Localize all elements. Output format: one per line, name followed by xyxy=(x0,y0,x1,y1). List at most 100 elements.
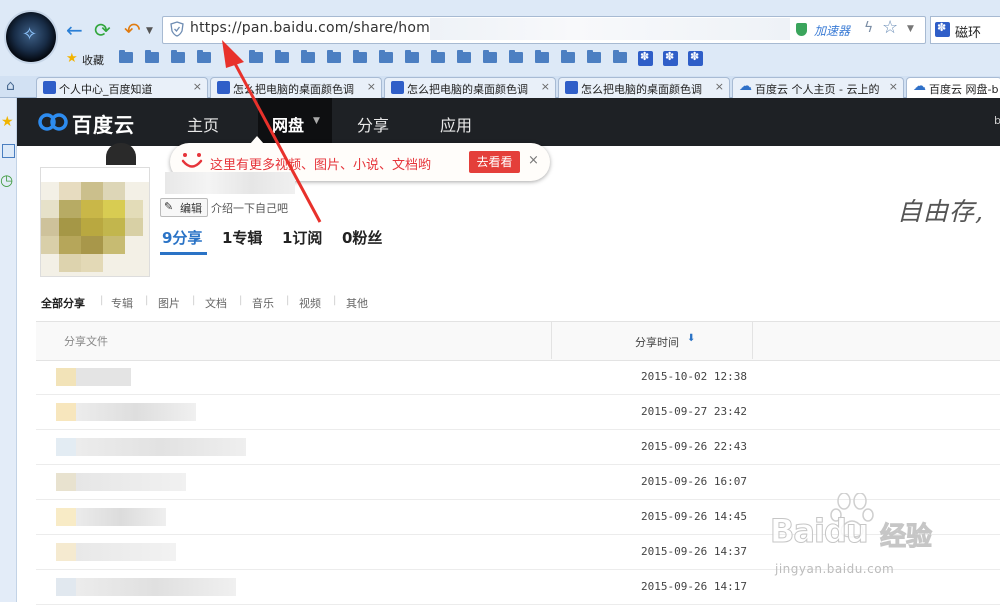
tab-label: 怎么把电脑的桌面颜色调 xyxy=(407,83,528,96)
stat-fans[interactable]: 0粉丝 xyxy=(342,227,382,248)
active-tab-underline xyxy=(160,252,207,255)
close-icon[interactable]: × xyxy=(528,153,539,168)
bookmark-folder-icon[interactable] xyxy=(431,50,445,63)
search-input-value[interactable]: 磁环 xyxy=(955,22,981,41)
tab-desktop-color[interactable]: 怎么把电脑的桌面颜色调 × xyxy=(210,77,382,98)
lightning-icon[interactable]: ϟ xyxy=(864,20,873,36)
filter-images[interactable]: 图片 xyxy=(158,295,180,311)
home-icon[interactable]: ⌂ xyxy=(6,78,15,94)
slogan-text: 自由存, xyxy=(897,197,984,226)
column-file[interactable]: 分享文件 xyxy=(64,333,108,349)
security-shield-icon xyxy=(170,21,184,37)
edit-label[interactable]: 编辑 xyxy=(180,200,202,216)
tab-desktop-color[interactable]: 怎么把电脑的桌面颜色调 × xyxy=(384,77,556,98)
share-time: 2015-10-02 12:38 xyxy=(641,370,747,383)
avatar[interactable] xyxy=(40,167,150,277)
filter-albums[interactable]: 专辑 xyxy=(111,295,133,311)
stat-subscriptions[interactable]: 1订阅 xyxy=(282,227,322,248)
document-icon[interactable] xyxy=(2,144,15,158)
bookmark-folder-icon[interactable] xyxy=(249,50,263,63)
table-header xyxy=(36,321,1000,361)
bookmark-star-icon[interactable]: ☆ xyxy=(882,17,898,38)
close-icon[interactable]: × xyxy=(541,80,550,93)
bookmark-folder-icon[interactable] xyxy=(457,50,471,63)
url-text[interactable]: https://pan.baidu.com/share/home?u xyxy=(190,20,455,36)
paw-icon xyxy=(43,81,56,94)
close-icon[interactable]: × xyxy=(715,80,724,93)
avatar-badge xyxy=(106,143,136,165)
undo-icon[interactable]: ↶ xyxy=(124,20,141,40)
tab-baidu-cloud-home[interactable]: ☁ 百度云 个人主页 - 云上的 × xyxy=(732,77,904,98)
table-row[interactable]: 2015-09-27 23:42 xyxy=(36,395,1000,430)
bookmark-folder-icon[interactable] xyxy=(613,50,627,63)
table-row[interactable]: 2015-10-02 12:38 xyxy=(36,360,1000,395)
file-icon-redacted xyxy=(56,438,76,456)
refresh-icon[interactable]: ⟳ xyxy=(94,20,111,40)
filter-other[interactable]: 其他 xyxy=(346,295,368,311)
file-name-redacted xyxy=(76,543,176,561)
bookmark-folder-icon[interactable] xyxy=(509,50,523,63)
favorites-star-icon[interactable]: ★ xyxy=(66,51,78,66)
bookmark-folder-icon[interactable] xyxy=(483,50,497,63)
close-icon[interactable]: × xyxy=(193,80,202,93)
go-see-button[interactable]: 去看看 xyxy=(469,151,520,173)
bookmark-folder-icon[interactable] xyxy=(197,50,211,63)
bookmark-folder-icon[interactable] xyxy=(535,50,549,63)
tab-baidu-zhidao[interactable]: 个人中心_百度知道 × xyxy=(36,77,208,98)
filter-music[interactable]: 音乐 xyxy=(252,295,274,311)
filter-separator: | xyxy=(192,295,196,306)
search-engine-paw-icon[interactable] xyxy=(935,21,950,37)
tab-label: 怎么把电脑的桌面颜色调 xyxy=(233,83,354,96)
bookmark-paw-icon[interactable] xyxy=(638,50,653,66)
chevron-down-icon[interactable]: ▼ xyxy=(313,116,320,126)
tab-baidu-cloud-pan[interactable]: ☁ 百度云 网盘-b xyxy=(906,77,1000,98)
favorites-star-icon[interactable]: ★ xyxy=(1,114,14,130)
share-time: 2015-09-26 14:37 xyxy=(641,545,747,558)
accelerator-shield-icon[interactable] xyxy=(796,23,807,36)
filter-video[interactable]: 视频 xyxy=(299,295,321,311)
cloud-icon: ☁ xyxy=(739,79,752,94)
bookmark-folder-icon[interactable] xyxy=(587,50,601,63)
stat-shares[interactable]: 9分享 xyxy=(162,227,202,248)
filter-documents[interactable]: 文档 xyxy=(205,295,227,311)
bookmark-folder-icon[interactable] xyxy=(275,50,289,63)
tab-label: 个人中心_百度知道 xyxy=(59,83,153,96)
sort-down-icon[interactable]: ⬇ xyxy=(687,333,695,344)
table-row[interactable]: 2015-09-26 22:43 xyxy=(36,430,1000,465)
site-logo-text[interactable]: 百度云 xyxy=(72,109,135,138)
bookmark-folder-icon[interactable] xyxy=(327,50,341,63)
nav-apps[interactable]: 应用 xyxy=(440,112,472,136)
back-arrow-icon[interactable]: ← xyxy=(66,20,83,40)
column-share-time[interactable]: 分享时间 xyxy=(635,334,679,350)
filter-all[interactable]: 全部分享 xyxy=(41,295,85,311)
bookmark-folder-icon[interactable] xyxy=(145,50,159,63)
bookmark-paw-icon[interactable] xyxy=(688,50,703,66)
accelerator-button[interactable]: 加速器 xyxy=(814,22,850,39)
file-name-redacted xyxy=(76,368,131,386)
bookmark-dropdown-icon[interactable]: ▼ xyxy=(907,24,914,34)
paw-icon xyxy=(565,81,578,94)
nav-user-truncated[interactable]: b xyxy=(994,114,1000,127)
share-time: 2015-09-26 14:17 xyxy=(641,580,747,593)
bookmark-folder-icon[interactable] xyxy=(301,50,315,63)
bookmark-folder-icon[interactable] xyxy=(561,50,575,63)
favorites-button[interactable]: 收藏 xyxy=(82,52,104,68)
undo-dropdown-icon[interactable]: ▼ xyxy=(146,26,153,36)
file-name-redacted xyxy=(76,508,166,526)
tab-desktop-color[interactable]: 怎么把电脑的桌面颜色调 × xyxy=(558,77,730,98)
stat-albums[interactable]: 1专辑 xyxy=(222,227,262,248)
bookmark-folder-icon[interactable] xyxy=(353,50,367,63)
tab-label: 百度云 个人主页 - 云上的 xyxy=(755,83,880,96)
nav-home[interactable]: 主页 xyxy=(187,112,219,136)
nav-share[interactable]: 分享 xyxy=(357,112,389,136)
nav-pan[interactable]: 网盘 xyxy=(272,112,304,136)
close-icon[interactable]: × xyxy=(889,80,898,93)
baidu-cloud-logo-icon[interactable] xyxy=(37,110,69,132)
history-clock-icon[interactable]: ◷ xyxy=(0,171,13,189)
bookmark-folder-icon[interactable] xyxy=(379,50,393,63)
bookmark-folder-icon[interactable] xyxy=(119,50,133,63)
bookmark-paw-icon[interactable] xyxy=(663,50,678,66)
bookmark-folder-icon[interactable] xyxy=(171,50,185,63)
bookmark-folder-icon[interactable] xyxy=(405,50,419,63)
close-icon[interactable]: × xyxy=(367,80,376,93)
